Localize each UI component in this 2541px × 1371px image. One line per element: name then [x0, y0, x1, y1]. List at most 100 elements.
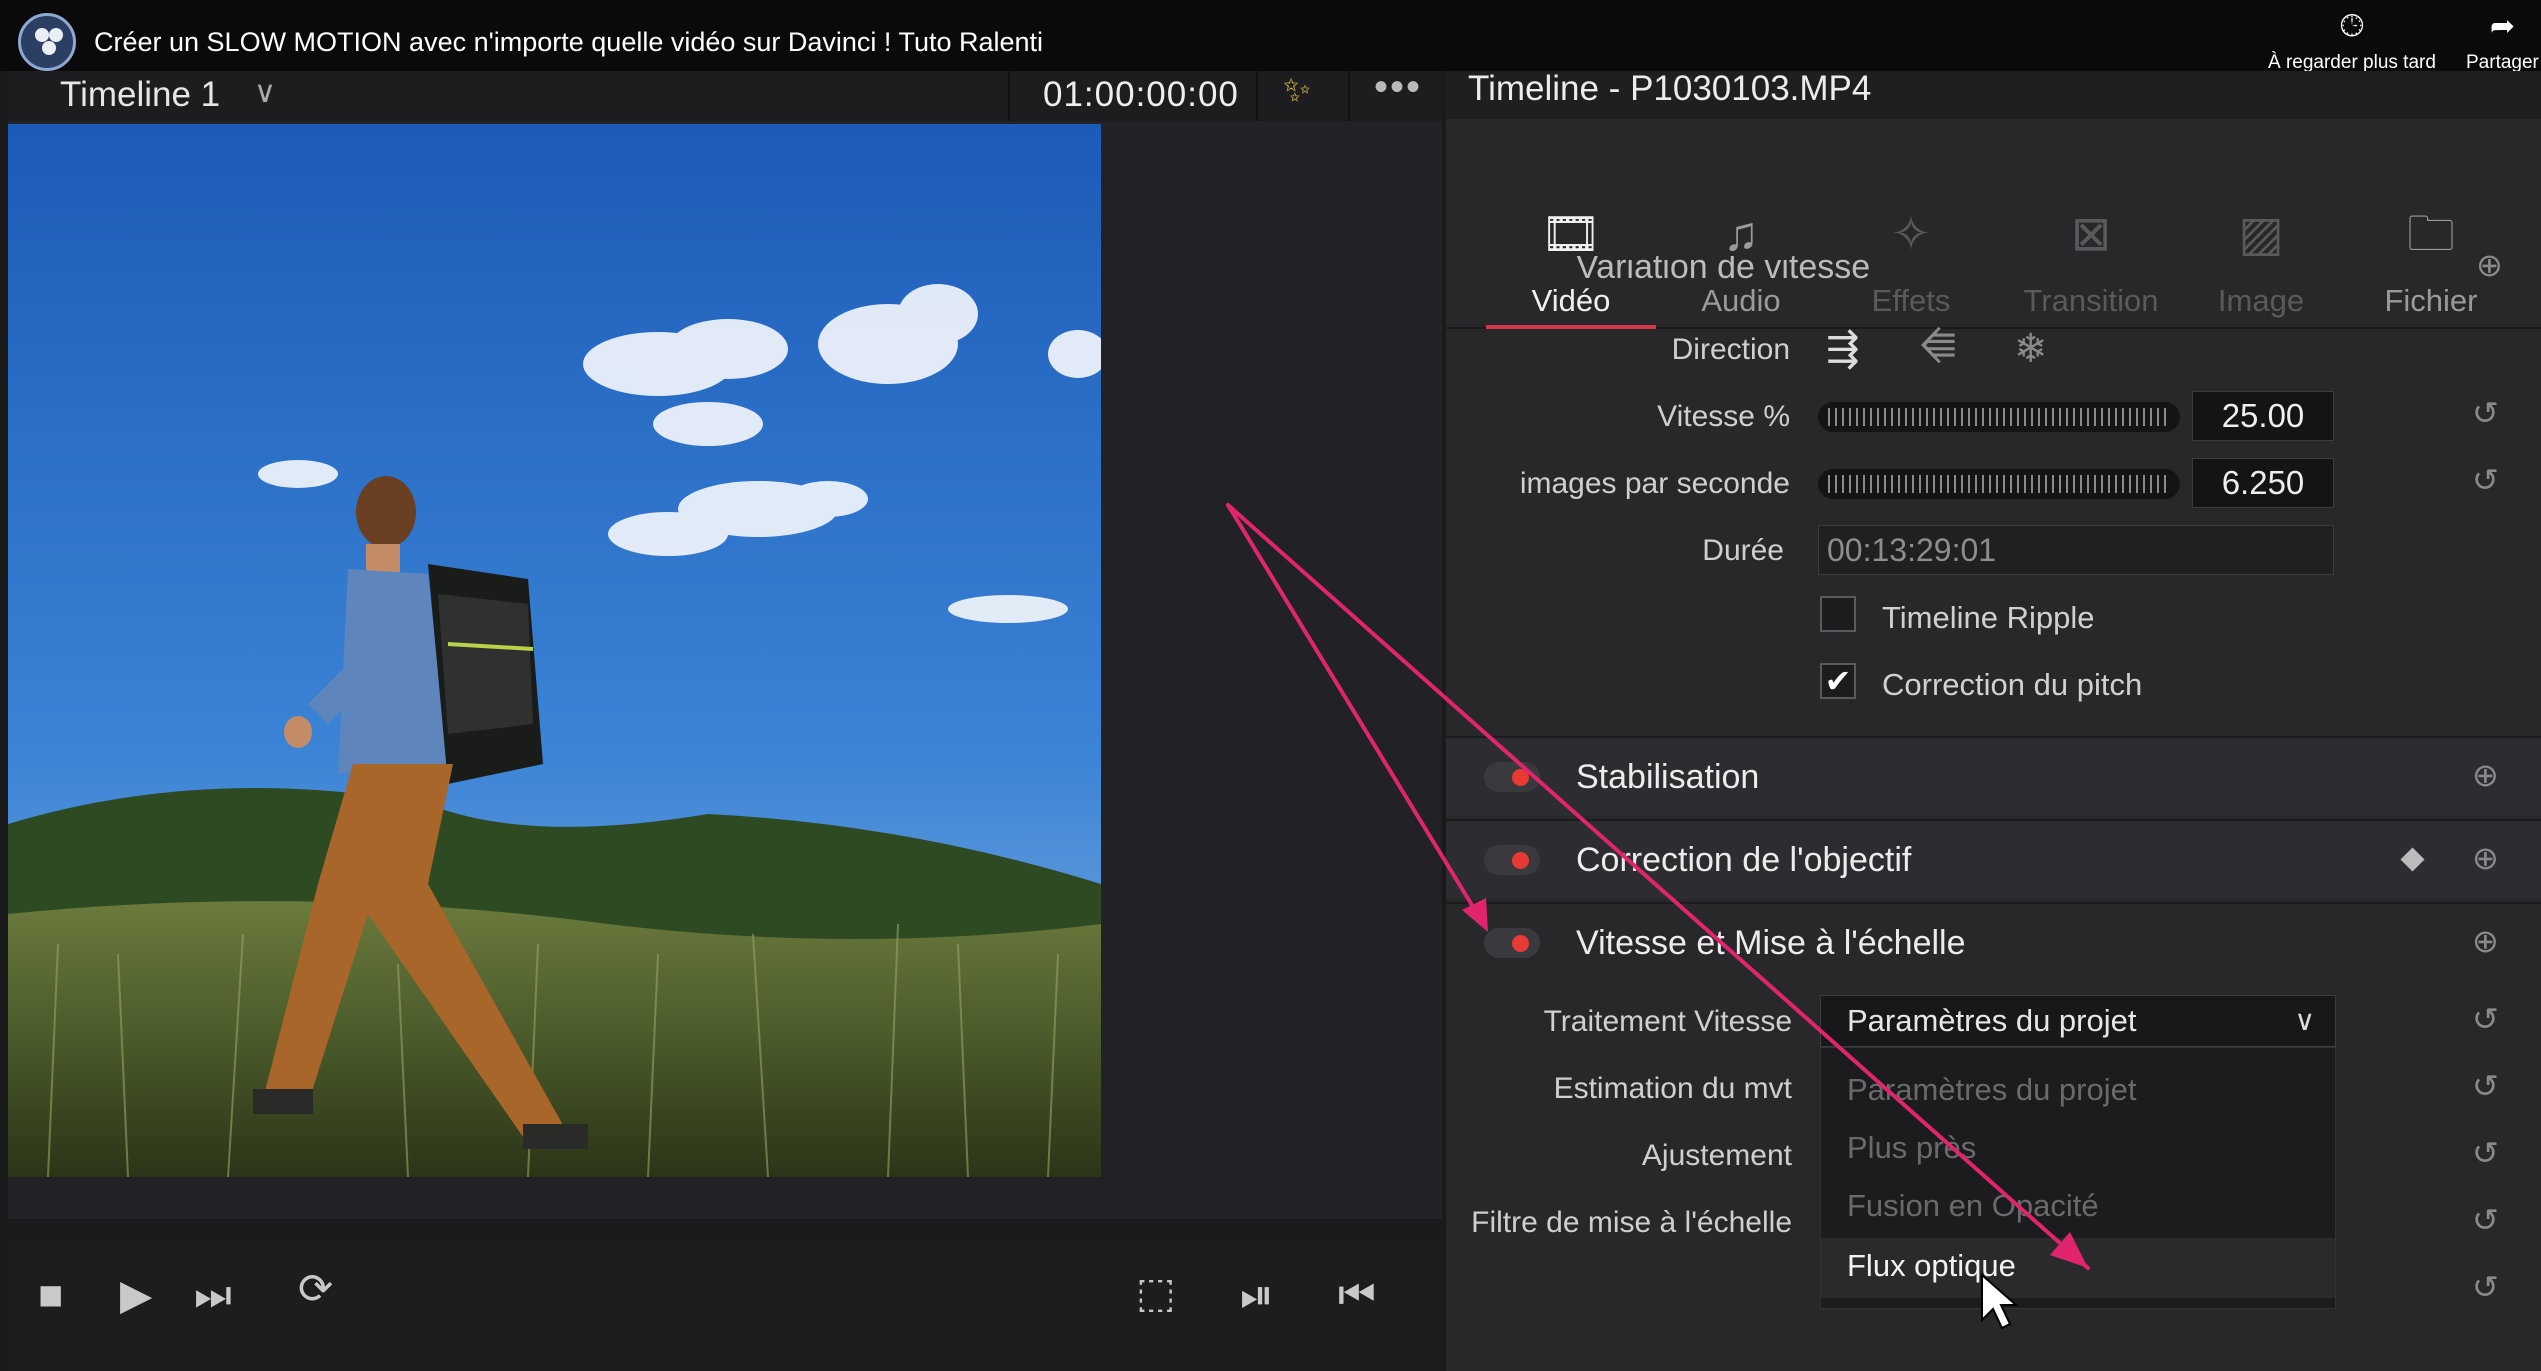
reset-icon[interactable]: ↺: [2472, 1067, 2499, 1105]
loop-icon[interactable]: ⟳: [298, 1268, 333, 1310]
freeze-frame-icon[interactable]: ❄︎: [2014, 326, 2048, 372]
reset-icon[interactable]: ↺: [2472, 1000, 2499, 1038]
stabilization-section[interactable]: Stabilisation ⊕: [1446, 736, 2541, 816]
next-clip-icon[interactable]: ⏯︎: [1240, 1274, 1274, 1316]
tab-label: Transition: [2023, 283, 2159, 318]
keyframe-diamond-icon[interactable]: [2400, 847, 2425, 872]
clock-icon: 🕒︎: [2340, 10, 2364, 43]
share-icon: ➦: [2489, 10, 2515, 43]
retime-process-label: Traitement Vitesse: [1543, 1005, 1792, 1038]
pitch-correction-label: Correction du pitch: [1882, 667, 2143, 702]
video-title[interactable]: Créer un SLOW MOTION avec n'importe quel…: [94, 27, 1043, 58]
section-title: Stabilisation: [1576, 758, 1760, 796]
option-frame-blend[interactable]: Fusion en Opacité: [1847, 1188, 2099, 1224]
inspector-header: Timeline - P1030103.MP4: [1446, 69, 2541, 119]
fps-slider[interactable]: [1818, 469, 2180, 499]
forward-arrow-icon[interactable]: ⇶: [1826, 326, 1860, 372]
sparkle-icon[interactable]: ✨︎: [1283, 71, 1311, 110]
stop-icon[interactable]: ■: [38, 1274, 63, 1316]
magic-wand-icon: ✧: [1890, 208, 1932, 261]
music-note-icon: ♫: [1723, 208, 1759, 261]
video-title-bar: Créer un SLOW MOTION avec n'importe quel…: [0, 0, 2541, 74]
reset-icon[interactable]: ↺: [2472, 461, 2499, 499]
channel-avatar[interactable]: [18, 13, 76, 71]
play-icon[interactable]: ▶: [120, 1274, 152, 1316]
tab-label: Vidéo: [1531, 283, 1611, 318]
tab-video[interactable]: 🎞︎ Vidéo: [1486, 119, 1656, 327]
watch-later-label: À regarder plus tard: [2268, 52, 2436, 73]
timeline-name[interactable]: Timeline 1: [60, 75, 220, 115]
duration-field[interactable]: 00:13:29:01: [1818, 525, 2334, 575]
match-frame-icon[interactable]: ⬚: [1136, 1272, 1176, 1314]
timecode: 01:00:00:00: [1043, 75, 1239, 114]
retime-scaling-section[interactable]: Vitesse et Mise à l'échelle ⊕: [1446, 902, 2541, 982]
lens-correction-toggle[interactable]: [1484, 845, 1540, 875]
tab-transition[interactable]: ⊠ Transition: [2006, 119, 2176, 327]
screen: { "video": { "title": "Créer un SLOW MOT…: [0, 0, 2541, 1371]
add-keyframe-icon[interactable]: ⊕: [2472, 922, 2499, 960]
tab-label: Effets: [1871, 283, 1951, 318]
duration-label: Durée: [1702, 534, 1784, 567]
inspector-title: Timeline - P1030103.MP4: [1468, 69, 1872, 108]
pitch-correction-checkbox[interactable]: ✔: [1820, 663, 1856, 699]
speed-value-field[interactable]: 25.00: [2192, 391, 2334, 441]
option-optical-flow[interactable]: Flux optique: [1847, 1248, 2016, 1284]
speed-slider[interactable]: [1818, 402, 2180, 432]
tab-label: Image: [2217, 283, 2305, 318]
add-keyframe-icon[interactable]: ⊕: [2472, 839, 2499, 877]
divider: [1256, 71, 1258, 121]
reset-icon[interactable]: ↺: [2472, 1268, 2499, 1306]
viewer-header: Timeline 1 ∨ 01:00:00:00 ✨︎ •••: [8, 65, 1442, 121]
section-title: Vitesse et Mise à l'échelle: [1576, 924, 1966, 962]
transport-controls: ■ ▶ ⏭︎ ⟳ ⬚ ⏯︎ ⏮︎: [8, 1240, 1442, 1371]
video-viewer: [8, 121, 1442, 1335]
section-title: Correction de l'objectif: [1576, 841, 1912, 879]
share-label: Partager: [2466, 52, 2539, 73]
image-icon: ▨: [2238, 208, 2284, 261]
tab-label: Fichier: [2384, 283, 2478, 318]
share-button[interactable]: ➦ Partager: [2466, 10, 2539, 74]
option-nearest[interactable]: Plus près: [1847, 1130, 1976, 1166]
tab-audio[interactable]: ♫ Audio: [1656, 119, 1826, 327]
tab-image[interactable]: ▨ Image: [2176, 119, 2346, 327]
fps-label: images par seconde: [1519, 467, 1790, 500]
inspector-tabs: 🎞︎ Vidéo ♫ Audio ✧ Effets ⊠ Transition ▨…: [1446, 119, 2541, 329]
watch-later-button[interactable]: 🕒︎ À regarder plus tard: [2268, 10, 2436, 74]
active-tab-indicator: [1486, 325, 1656, 329]
direction-label: Direction: [1671, 333, 1790, 366]
lens-correction-section[interactable]: Correction de l'objectif ⊕: [1446, 819, 2541, 899]
tab-effects[interactable]: ✧ Effets: [1826, 119, 1996, 327]
tab-file[interactable]: 🗀︎ Fichier: [2346, 119, 2516, 327]
reset-icon[interactable]: ↺: [2472, 394, 2499, 432]
motion-estimation-label: Estimation du mvt: [1553, 1072, 1792, 1105]
transition-icon: ⊠: [2070, 208, 2112, 261]
add-keyframe-icon[interactable]: ⊕: [2476, 246, 2503, 284]
video-frame-image: [8, 124, 1101, 1177]
fps-value-field[interactable]: 6.250: [2192, 458, 2334, 508]
dropdown-value: Paramètres du projet: [1847, 1003, 2137, 1038]
scaling-filter-label: Filtre de mise à l'échelle: [1471, 1206, 1792, 1239]
divider: [1348, 71, 1350, 121]
chevron-down-icon[interactable]: ∨: [254, 75, 276, 110]
more-options-icon[interactable]: •••: [1374, 65, 1422, 110]
adjustment-label: Ajustement: [1641, 1139, 1792, 1172]
previous-clip-icon[interactable]: ⏮︎: [1338, 1274, 1376, 1316]
retime-process-options: Paramètres du projet Plus près Fusion en…: [1820, 1047, 2336, 1309]
tab-label: Audio: [1701, 283, 1781, 318]
chevron-down-icon: ∨: [2294, 1005, 2316, 1036]
stabilization-toggle[interactable]: [1484, 762, 1540, 792]
option-project-settings[interactable]: Paramètres du projet: [1847, 1072, 2136, 1108]
add-keyframe-icon[interactable]: ⊕: [2472, 756, 2499, 794]
video-frame[interactable]: [8, 124, 1101, 1177]
film-icon: 🎞︎: [1540, 208, 1602, 261]
skip-forward-icon[interactable]: ⏭︎: [194, 1274, 232, 1316]
reset-icon[interactable]: ↺: [2472, 1201, 2499, 1239]
timeline-ripple-checkbox[interactable]: [1820, 596, 1856, 632]
divider: [1008, 71, 1010, 121]
reset-icon[interactable]: ↺: [2472, 1134, 2499, 1172]
retime-scaling-toggle[interactable]: [1484, 928, 1540, 958]
timeline-ripple-label: Timeline Ripple: [1882, 600, 2095, 635]
retime-process-dropdown[interactable]: Paramètres du projet ∨: [1820, 995, 2336, 1047]
speed-label: Vitesse %: [1657, 400, 1790, 433]
reverse-arrow-icon[interactable]: ⭅: [1920, 326, 1956, 371]
